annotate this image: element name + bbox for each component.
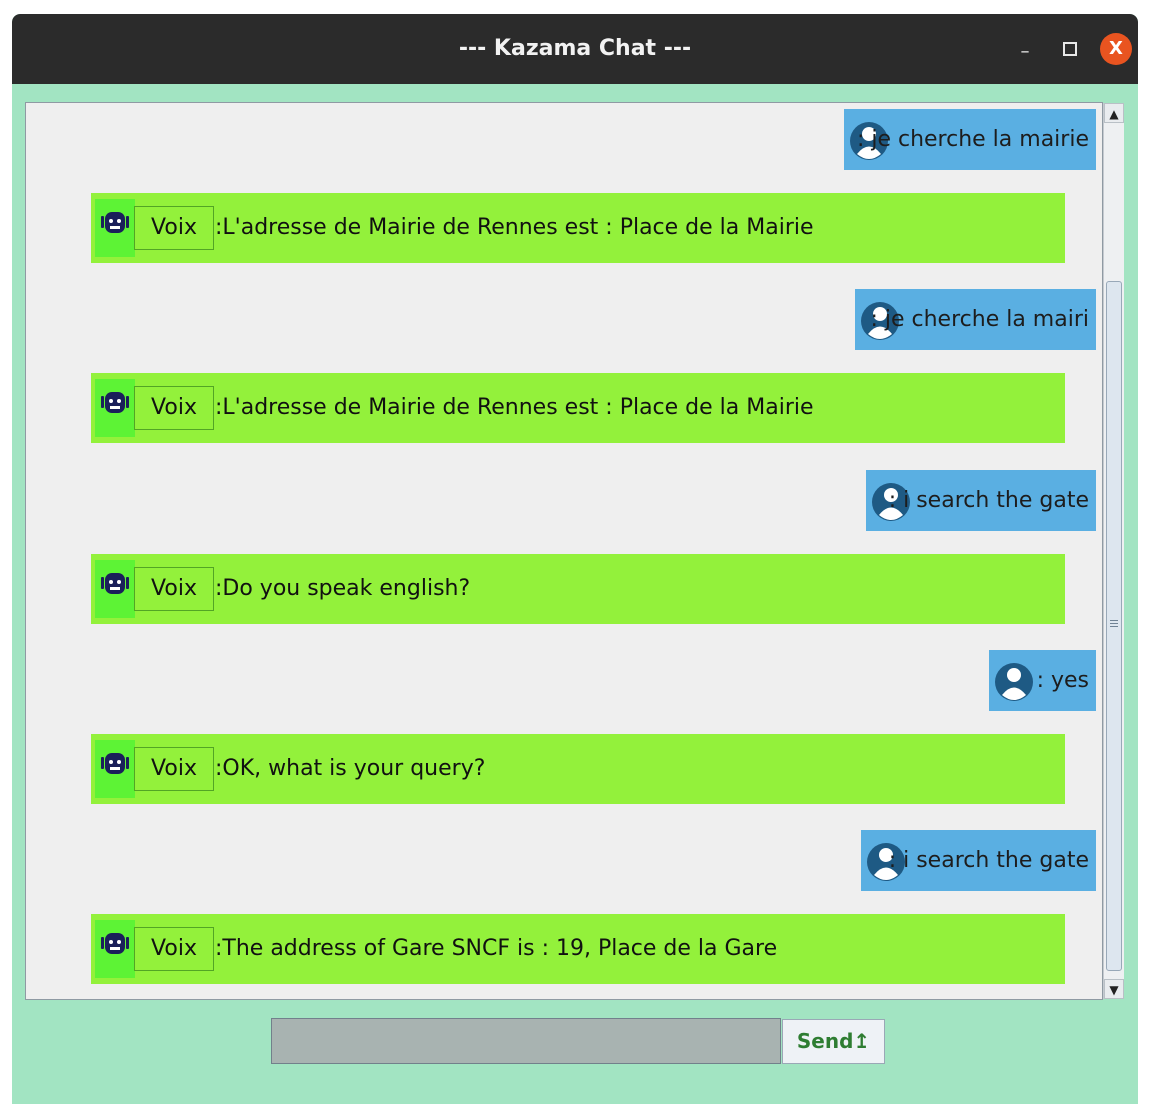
user-message-text: : yes [1036, 668, 1089, 693]
bot-name-label: Voix [134, 206, 214, 250]
bot-message: Voix :Do you speak english? [91, 554, 1065, 624]
bot-message: Voix :L'adresse de Mairie de Rennes est … [91, 193, 1065, 263]
title-bar[interactable]: --- Kazama Chat --- – X [12, 14, 1138, 84]
bot-name-label: Voix [134, 927, 214, 971]
robot-avatar-icon [95, 379, 135, 437]
scroll-down-arrow-icon[interactable]: ▼ [1104, 979, 1124, 999]
user-message: : je cherche la mairi [855, 289, 1096, 350]
bot-message: Voix :The address of Gare SNCF is : 19, … [91, 914, 1065, 984]
scroll-thumb[interactable] [1106, 281, 1122, 971]
user-message-text: : i search the gate [888, 848, 1089, 873]
bot-message-text: :The address of Gare SNCF is : 19, Place… [215, 936, 778, 961]
chat-window: --- Kazama Chat --- – X : je cherche la … [12, 14, 1138, 1104]
user-message: : je cherche la mairie [844, 109, 1096, 170]
bot-message-text: :OK, what is your query? [215, 756, 486, 781]
send-button[interactable]: Send↥ [782, 1019, 885, 1064]
scroll-up-arrow-icon[interactable]: ▲ [1104, 103, 1124, 123]
user-message: : i search the gate [861, 830, 1096, 891]
maximize-button[interactable] [1054, 33, 1086, 65]
robot-avatar-icon [95, 560, 135, 618]
bot-message-text: :Do you speak english? [215, 576, 471, 601]
minimize-button[interactable]: – [1009, 36, 1041, 68]
bot-name-label: Voix [134, 747, 214, 791]
vertical-scrollbar[interactable]: ▲ ▼ [1103, 103, 1124, 999]
robot-avatar-icon [95, 920, 135, 978]
robot-avatar-icon [95, 740, 135, 798]
scroll-grip-icon [1110, 620, 1118, 621]
bot-message: Voix :OK, what is your query? [91, 734, 1065, 804]
user-message: : i search the gate [866, 470, 1096, 531]
maximize-icon [1063, 42, 1077, 56]
close-button[interactable]: X [1100, 33, 1132, 65]
user-message-text: : i search the gate [888, 488, 1089, 513]
bot-message-text: :L'adresse de Mairie de Rennes est : Pla… [215, 395, 814, 420]
user-message-text: : je cherche la mairi [870, 307, 1089, 332]
message-input[interactable] [271, 1018, 781, 1064]
chat-panel: : je cherche la mairie Voix :L'adresse d… [25, 102, 1103, 1000]
robot-avatar-icon [95, 199, 135, 257]
bot-name-label: Voix [134, 386, 214, 430]
user-avatar-icon [993, 655, 1035, 711]
user-message-text: : je cherche la mairie [856, 127, 1089, 152]
bot-name-label: Voix [134, 567, 214, 611]
bot-message-text: :L'adresse de Mairie de Rennes est : Pla… [215, 215, 814, 240]
window-title: --- Kazama Chat --- [458, 36, 692, 61]
bot-message: Voix :L'adresse de Mairie de Rennes est … [91, 373, 1065, 443]
user-message: : yes [989, 650, 1096, 711]
